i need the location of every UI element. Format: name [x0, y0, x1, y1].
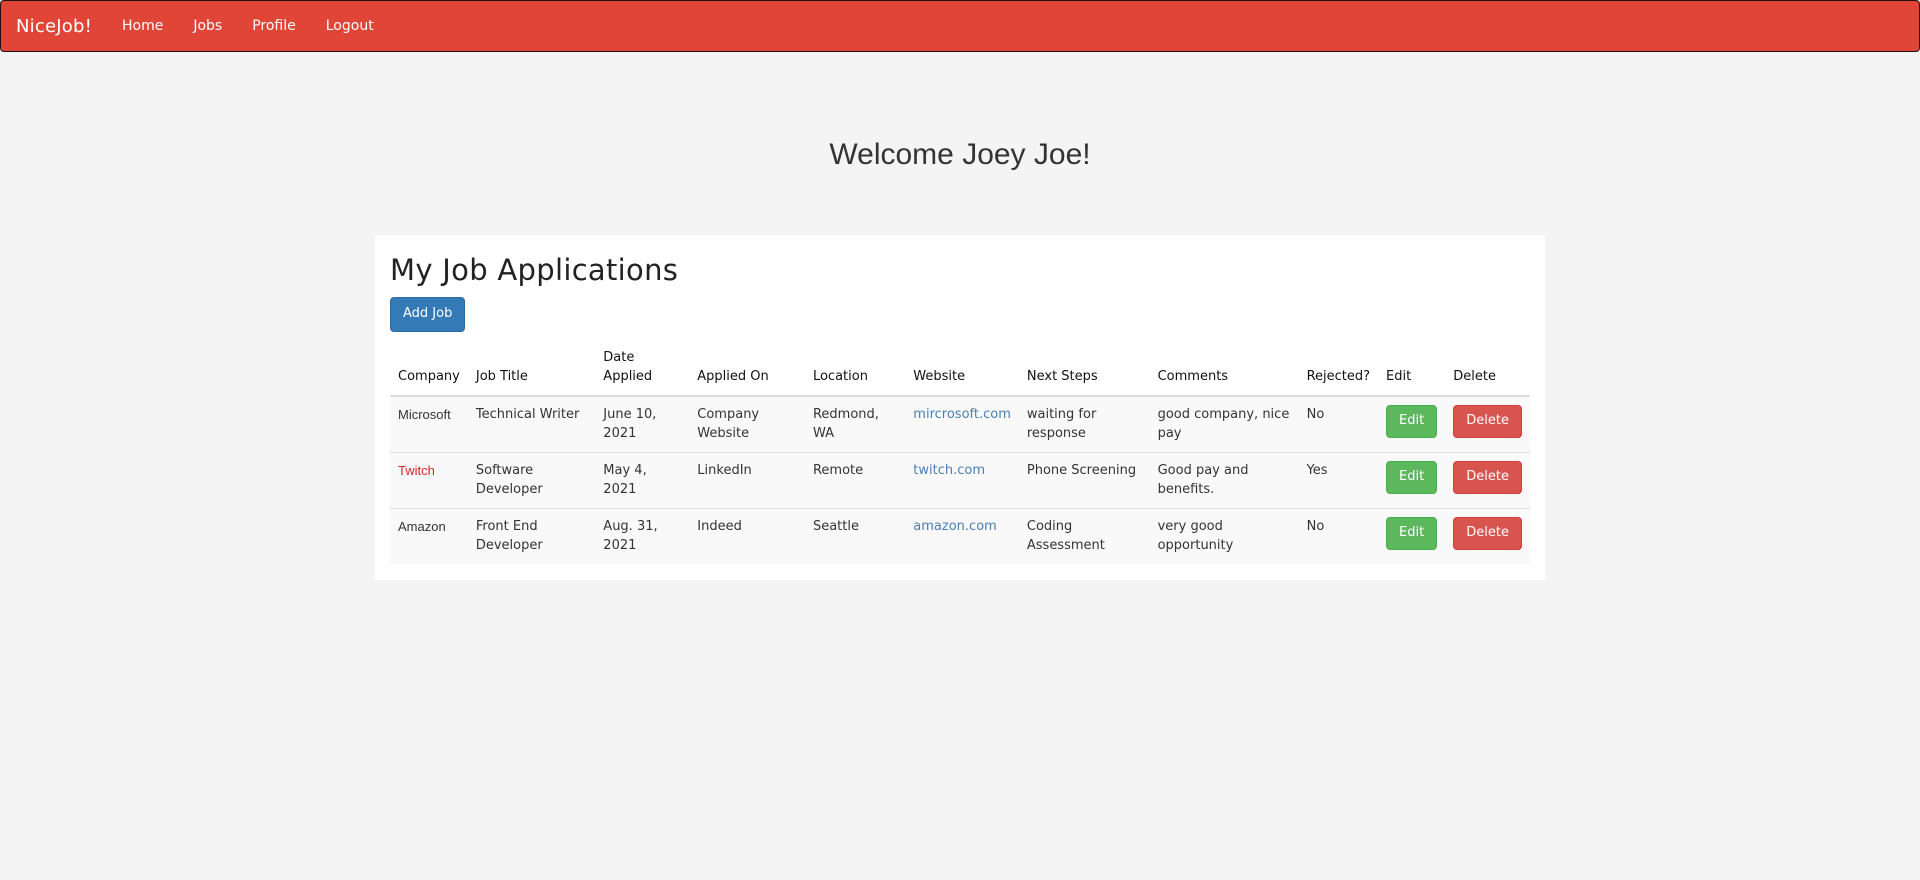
website-link[interactable]: amazon.com — [913, 519, 997, 534]
cell-comments: good company, nice pay — [1157, 406, 1290, 442]
edit-button[interactable]: Edit — [1386, 404, 1438, 438]
cell-date-applied: June 10, 2021 — [603, 406, 657, 442]
cell-rejected: No — [1298, 507, 1379, 564]
cell-company: Microsoft — [398, 406, 451, 422]
jobs-table: Company Job Title Date Applied Applied O… — [390, 339, 1530, 564]
nav-links: Home Jobs Profile Logout — [107, 0, 389, 52]
cell-edit: Edit — [1378, 507, 1446, 564]
add-job-wrapper: Add Job — [390, 287, 1530, 332]
cell-location: Redmond, WA — [812, 406, 879, 442]
cell-website: mircrosoft.com — [905, 396, 1019, 453]
website-link[interactable]: mircrosoft.com — [913, 407, 1011, 422]
header-row: Company Job Title Date Applied Applied O… — [390, 339, 1530, 397]
cell-job-title: Software Developer — [467, 451, 596, 509]
table-row: Twitch Software Developer May 4, 2021 Li… — [390, 451, 1530, 509]
brand-link[interactable]: NiceJob! — [16, 16, 92, 37]
header-date-applied-line2: Applied — [603, 369, 653, 385]
table-row: Amazon Front End Developer Aug. 31, 2021… — [390, 507, 1530, 564]
header-comments: Comments — [1149, 339, 1299, 397]
cell-location: Seattle — [804, 507, 906, 564]
delete-button[interactable]: Delete — [1453, 404, 1522, 438]
cell-applied-on: LinkedIn — [689, 451, 805, 509]
header-delete: Delete — [1445, 339, 1530, 397]
cell-next-steps: waiting for response — [1026, 406, 1097, 442]
cell-delete: Delete — [1445, 451, 1530, 509]
cell-company: Twitch — [390, 451, 468, 509]
cell-date-applied: Aug. 31, 2021 — [595, 507, 690, 564]
header-rejected: Rejected? — [1298, 339, 1379, 397]
edit-button[interactable]: Edit — [1386, 460, 1438, 494]
website-link[interactable]: twitch.com — [913, 463, 985, 478]
header-date-applied-line1: Date — [603, 349, 635, 365]
edit-button[interactable]: Edit — [1386, 516, 1438, 550]
cell-rejected: No — [1306, 406, 1325, 422]
cell-next-steps: Coding Assessment — [1018, 507, 1150, 564]
cell-website: amazon.com — [905, 507, 1019, 564]
header-job-title: Job Title — [467, 339, 596, 397]
nav-link-home[interactable]: Home — [107, 0, 178, 52]
cell-website: twitch.com — [905, 451, 1019, 509]
delete-button[interactable]: Delete — [1453, 516, 1522, 550]
header-location: Location — [804, 339, 906, 397]
job-applications-panel: My Job Applications Add Job Company Job … — [375, 235, 1545, 580]
header-applied-on: Applied On — [689, 339, 805, 397]
cell-edit: Edit — [1378, 396, 1445, 453]
navbar: NiceJob! Home Jobs Profile Logout — [0, 0, 1920, 52]
cell-job-title: Technical Writer — [475, 406, 580, 422]
cell-delete: Delete — [1445, 396, 1530, 453]
cell-delete: Delete — [1445, 507, 1530, 564]
header-company: Company — [390, 339, 468, 397]
nav-link-profile[interactable]: Profile — [237, 0, 311, 52]
header-edit: Edit — [1378, 339, 1446, 397]
nav-link-jobs[interactable]: Jobs — [178, 0, 237, 52]
table-head: Company Job Title Date Applied Applied O… — [390, 339, 1530, 397]
table-body: Microsoft Technical Writer June 10, 2021… — [390, 395, 1530, 564]
header-next-steps: Next Steps — [1018, 339, 1150, 397]
cell-rejected: Yes — [1298, 451, 1379, 509]
header-website: Website — [905, 339, 1019, 397]
cell-comments: very good opportunity — [1149, 507, 1299, 564]
cell-edit: Edit — [1378, 451, 1446, 509]
add-job-button[interactable]: Add Job — [390, 296, 466, 332]
delete-button[interactable]: Delete — [1453, 460, 1522, 494]
cell-location: Remote — [804, 451, 906, 509]
cell-job-title: Front End Developer — [467, 507, 596, 564]
cell-comments: Good pay and benefits. — [1149, 451, 1299, 509]
welcome-heading: Welcome Joey Joe! — [829, 138, 1091, 171]
nav-link-logout[interactable]: Logout — [311, 0, 389, 52]
cell-next-steps: Phone Screening — [1018, 451, 1150, 509]
cell-company: Amazon — [390, 507, 468, 564]
panel-title: My Job Applications — [390, 253, 679, 287]
table-row: Microsoft Technical Writer June 10, 2021… — [390, 395, 1530, 453]
cell-applied-on: Company Website — [697, 406, 760, 442]
cell-date-applied: May 4, 2021 — [595, 451, 690, 509]
header-date-applied: Date Applied — [595, 339, 690, 397]
cell-applied-on: Indeed — [689, 507, 805, 564]
